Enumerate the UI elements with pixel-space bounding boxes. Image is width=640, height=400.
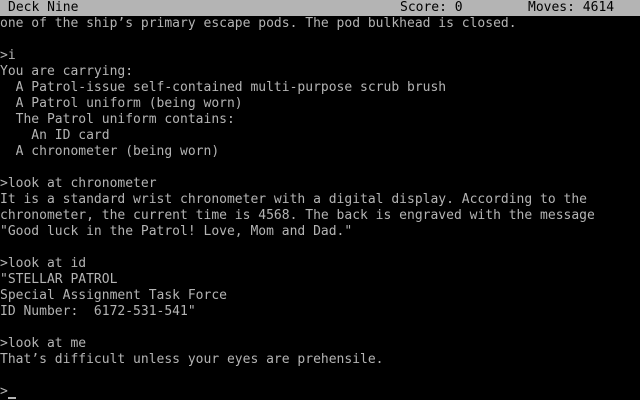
transcript-line: one of the ship’s primary escape pods. T… <box>0 16 517 31</box>
player-command: >look at chronometer <box>0 176 157 191</box>
moves-display: Moves: 4614 <box>528 0 615 15</box>
transcript-line <box>0 32 640 48</box>
transcript-line <box>0 368 640 384</box>
transcript-line: Special Assignment Task Force <box>0 288 227 303</box>
player-command: >look at me <box>0 336 87 351</box>
transcript-line: That’s difficult unless your eyes are pr… <box>0 352 384 367</box>
player-command: >i <box>0 48 16 63</box>
text-cursor <box>7 397 16 399</box>
status-bar: Deck Nine Score: 0 Moves: 4614 <box>0 0 640 16</box>
transcript-line: "STELLAR PATROL <box>0 272 118 287</box>
transcript-line: "Good luck in the Patrol! Love, Mom and … <box>0 224 353 239</box>
transcript-line: A chronometer (being worn) <box>0 144 220 159</box>
score-display: Score: 0 <box>400 0 463 15</box>
location-name: Deck Nine <box>8 0 79 15</box>
command-prompt[interactable]: > <box>0 384 640 400</box>
transcript-line <box>0 160 640 176</box>
transcript-line: A Patrol-issue self-contained multi-purp… <box>0 80 447 95</box>
transcript-line: It is a standard wrist chronometer with … <box>0 192 587 207</box>
game-transcript: one of the ship’s primary escape pods. T… <box>0 16 640 400</box>
transcript-line <box>0 240 640 256</box>
transcript-line: A Patrol uniform (being worn) <box>0 96 243 111</box>
transcript-line: ID Number: 6172-531-541" <box>0 304 196 319</box>
transcript-line: You are carrying: <box>0 64 134 79</box>
transcript-line: The Patrol uniform contains: <box>0 112 235 127</box>
player-command: >look at id <box>0 256 87 271</box>
transcript-line <box>0 320 640 336</box>
transcript-line: chronometer, the current time is 4568. T… <box>0 208 595 223</box>
prompt-symbol: > <box>0 384 8 399</box>
transcript-line: An ID card <box>0 128 110 143</box>
